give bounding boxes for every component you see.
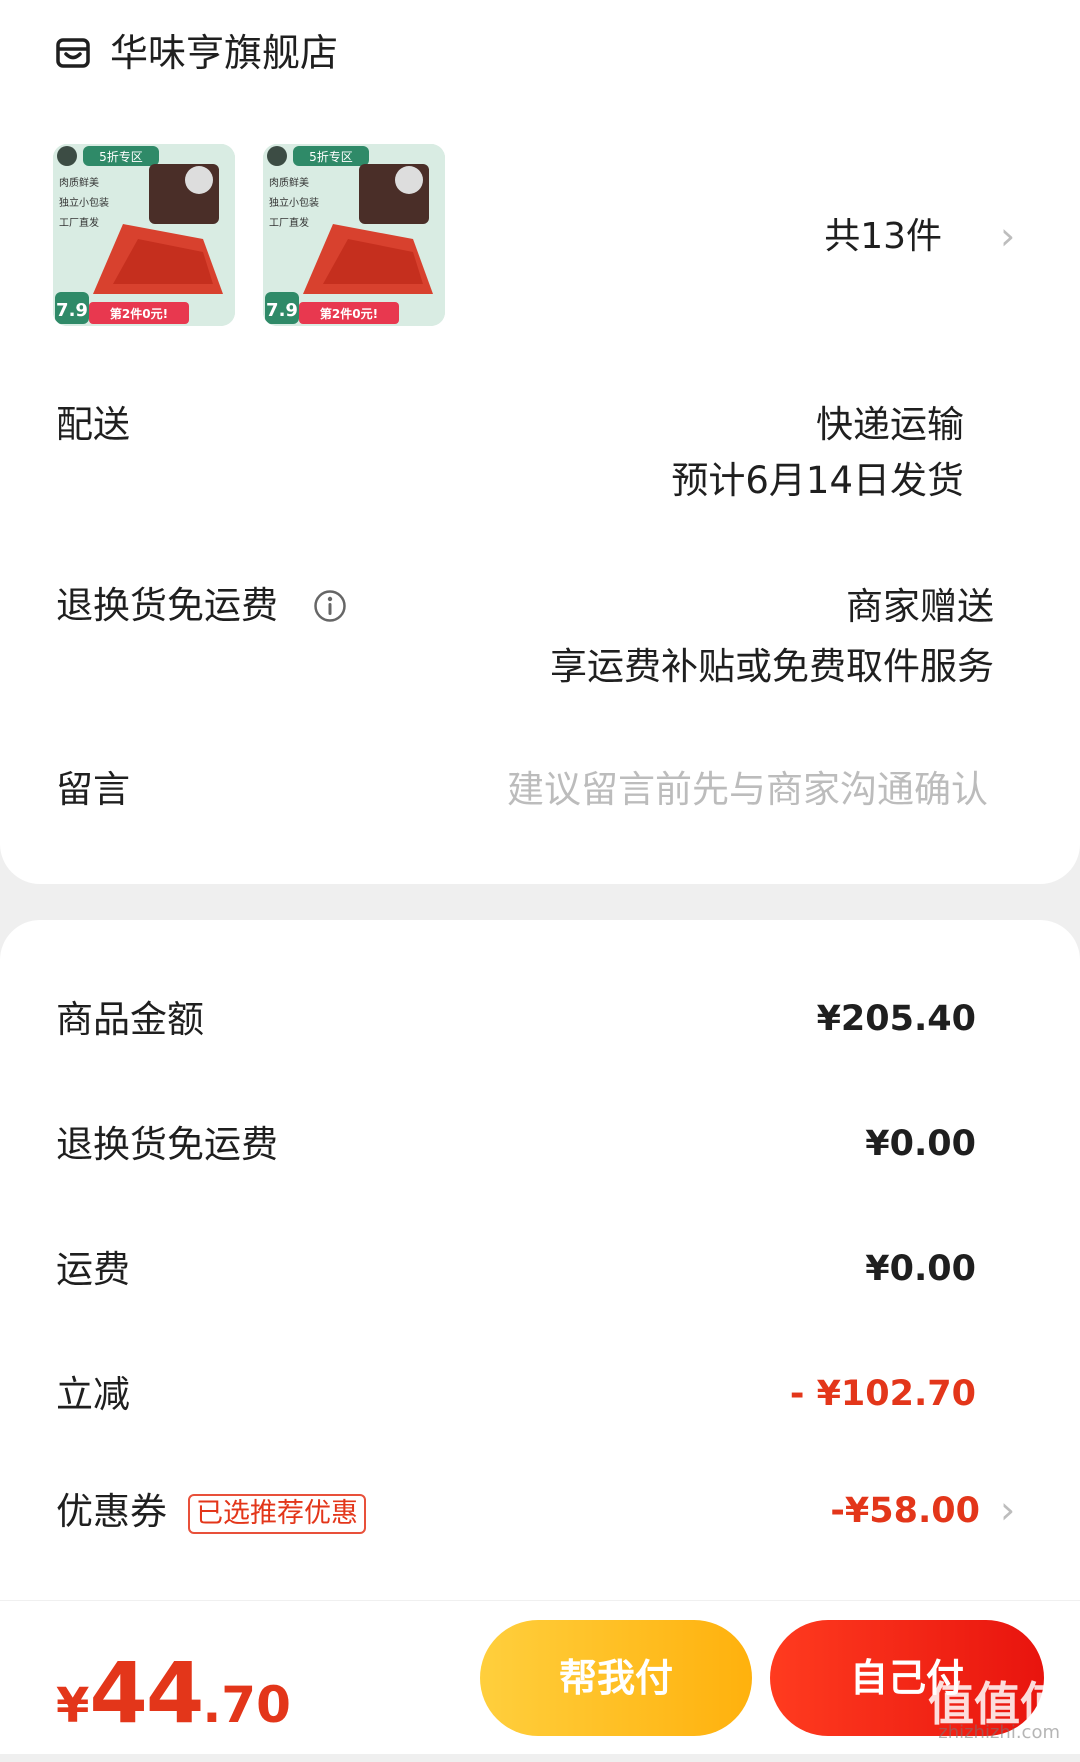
svg-text:第2件0元!: 第2件0元!: [110, 306, 168, 321]
message-label: 留言: [56, 768, 130, 811]
help-pay-button[interactable]: 帮我付: [480, 1620, 752, 1736]
return-shipping-label: 退换货免运费: [56, 584, 278, 627]
chevron-right-icon[interactable]: ›: [1000, 214, 1015, 258]
svg-text:7.9: 7.9: [56, 300, 88, 321]
coupon-label: 优惠券: [56, 1490, 167, 1533]
item-count[interactable]: 共13件: [824, 215, 942, 259]
total-integer: 44: [89, 1644, 204, 1742]
product-thumbnail[interactable]: 5折专区 肉质鲜美 独立小包装 工厂直发 7.9 第2件0元!: [263, 144, 445, 326]
svg-text:肉质鲜美: 肉质鲜美: [269, 176, 309, 189]
svg-text:5折专区: 5折专区: [309, 149, 353, 164]
svg-text:工厂直发: 工厂直发: [59, 216, 99, 229]
watermark-url: zhizhizhi.com: [938, 1722, 1060, 1743]
coupon-value[interactable]: -¥58.00: [830, 1489, 980, 1533]
return-fee-label: 退换货免运费: [56, 1123, 278, 1166]
instant-discount-label: 立减: [56, 1373, 130, 1416]
store-icon: [56, 38, 90, 68]
svg-text:独立小包装: 独立小包装: [59, 196, 109, 209]
delivery-eta: 预计6月14日发货: [671, 459, 964, 502]
return-shipping-desc: 享运费补贴或免费取件服务: [550, 645, 994, 688]
shipping-fee-label: 运费: [56, 1248, 130, 1291]
svg-text:工厂直发: 工厂直发: [269, 216, 309, 229]
return-shipping-value: 商家赠送: [846, 585, 994, 628]
product-thumbnail[interactable]: 5折专区 肉质鲜美 独立小包装 工厂直发 7.9 第2件0元!: [53, 144, 235, 326]
goods-amount-label: 商品金额: [56, 998, 204, 1041]
total-decimal: .70: [202, 1676, 291, 1734]
svg-text:5折专区: 5折专区: [99, 149, 143, 164]
svg-text:7.9: 7.9: [266, 300, 298, 321]
message-input[interactable]: 建议留言前先与商家沟通确认: [507, 767, 988, 813]
return-fee-value: ¥0.00: [865, 1124, 976, 1164]
instant-discount-value: - ¥102.70: [789, 1374, 976, 1414]
shipping-fee-value: ¥0.00: [865, 1249, 976, 1289]
info-icon[interactable]: [313, 589, 347, 623]
svg-text:独立小包装: 独立小包装: [269, 196, 319, 209]
svg-text:肉质鲜美: 肉质鲜美: [59, 176, 99, 189]
chevron-right-icon[interactable]: ›: [1000, 1488, 1015, 1532]
delivery-method: 快递运输: [816, 403, 964, 446]
currency-symbol: ¥: [56, 1678, 90, 1734]
total-price: ¥44.70: [56, 1648, 291, 1762]
goods-amount-value: ¥205.40: [816, 999, 976, 1039]
store-name[interactable]: 华味亨旗舰店: [110, 30, 338, 76]
delivery-label: 配送: [56, 403, 130, 446]
svg-text:第2件0元!: 第2件0元!: [320, 306, 378, 321]
coupon-badge: 已选推荐优惠: [188, 1494, 366, 1534]
